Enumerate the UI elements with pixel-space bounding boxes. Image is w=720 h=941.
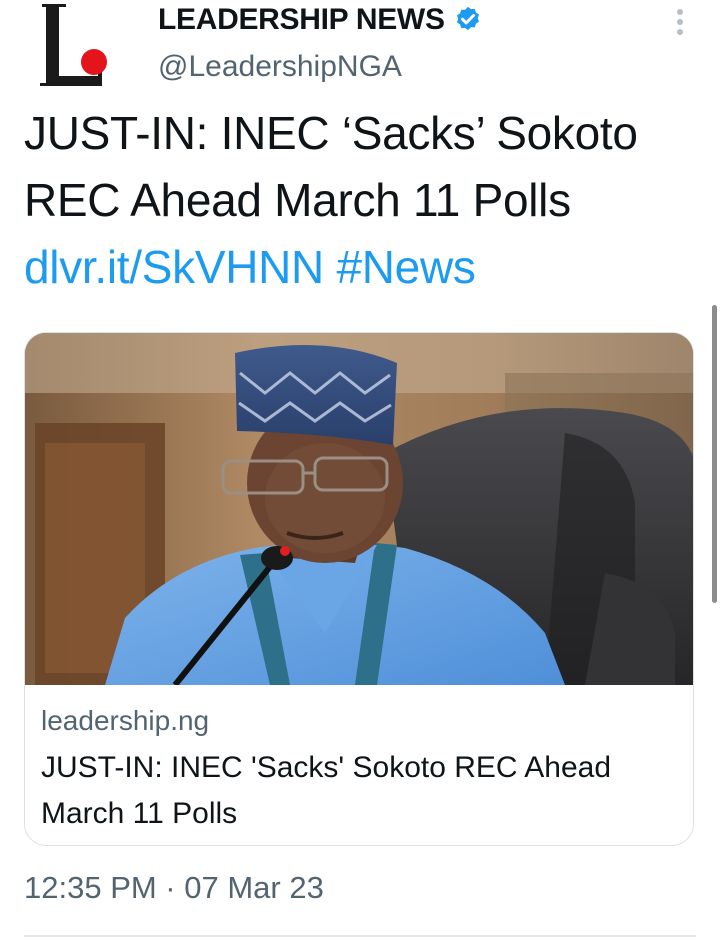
leadership-logo-icon[interactable] [28, 0, 128, 92]
divider [24, 935, 696, 937]
author-display-name[interactable]: LEADERSHIP NEWS [158, 3, 445, 37]
tweet-timestamp[interactable]: 12:35 PM · 07 Mar 23 [24, 870, 324, 906]
tweet-link[interactable]: dlvr.it/SkVHNN [24, 241, 324, 293]
scrollbar[interactable] [712, 305, 717, 603]
article-photo[interactable] [25, 333, 693, 685]
tweet-hashtag[interactable]: #News [336, 241, 475, 293]
verified-badge-icon [453, 5, 483, 35]
author-name-row[interactable]: LEADERSHIP NEWS [158, 2, 483, 38]
card-domain: leadership.ng [41, 705, 210, 736]
tweet-body-text: JUST-IN: INEC ‘Sacks’ Sokoto REC Ahead M… [24, 107, 638, 226]
tweet-text: JUST-IN: INEC ‘Sacks’ Sokoto REC Ahead M… [24, 100, 694, 301]
card-title: JUST-IN: INEC 'Sacks' Sokoto REC Ahead M… [41, 751, 611, 830]
link-preview-card[interactable]: leadership.ng JUST-IN: INEC 'Sacks' Soko… [24, 332, 694, 846]
more-vertical-icon[interactable] [672, 8, 688, 36]
author-handle[interactable]: @LeadershipNGA [158, 50, 402, 84]
